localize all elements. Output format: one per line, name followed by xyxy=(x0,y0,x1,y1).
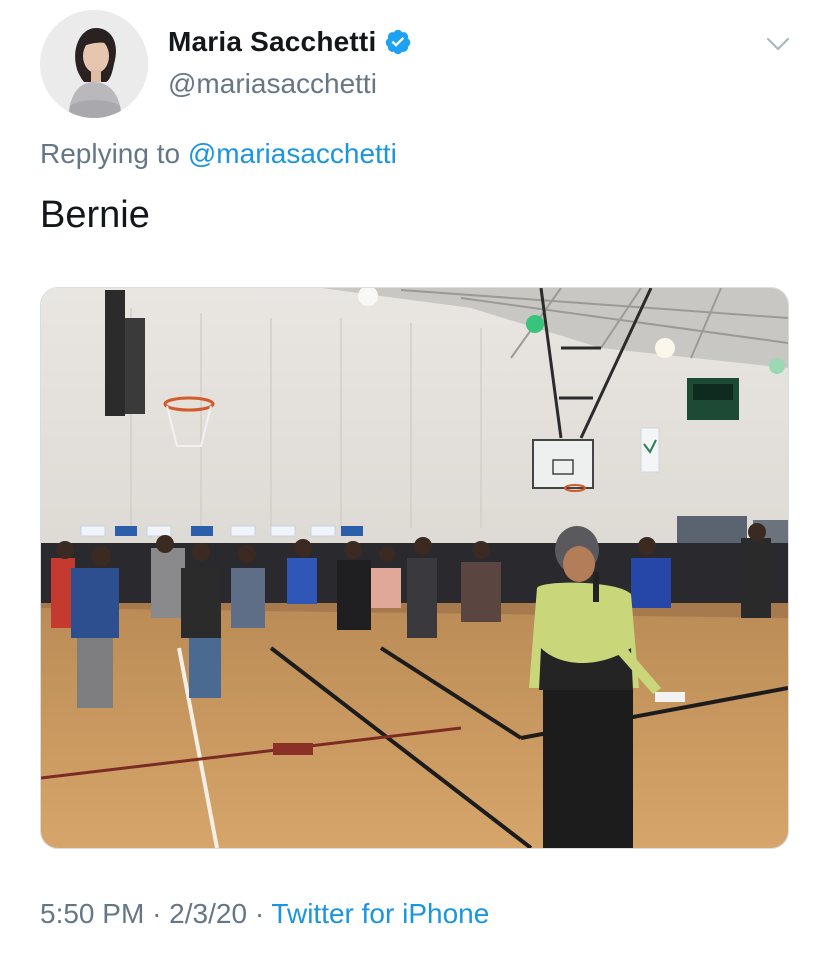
meta-separator: · xyxy=(152,898,162,929)
replying-to-label: Replying to xyxy=(40,138,181,169)
replying-to: Replying to @mariasacchetti xyxy=(40,138,397,170)
tweet-date[interactable]: 2/3/20 xyxy=(169,898,247,929)
display-name[interactable]: Maria Sacchetti xyxy=(168,26,376,58)
avatar[interactable] xyxy=(40,10,148,118)
author-handle[interactable]: @mariasacchetti xyxy=(168,68,377,100)
meta-separator-2: · xyxy=(254,898,265,929)
tweet-text: Bernie xyxy=(40,194,150,236)
author-name-row[interactable]: Maria Sacchetti xyxy=(168,26,412,58)
reply-mention-link[interactable]: @mariasacchetti xyxy=(188,138,397,169)
tweet-meta: 5:50 PM · 2/3/20 · Twitter for iPhone xyxy=(40,898,489,930)
chevron-down-icon[interactable] xyxy=(764,30,792,58)
tweet-photo[interactable] xyxy=(40,287,789,849)
tweet-source-link[interactable]: Twitter for iPhone xyxy=(271,898,489,929)
tweet-time: 5:50 PM xyxy=(40,898,145,929)
verified-badge-icon xyxy=(384,28,412,56)
